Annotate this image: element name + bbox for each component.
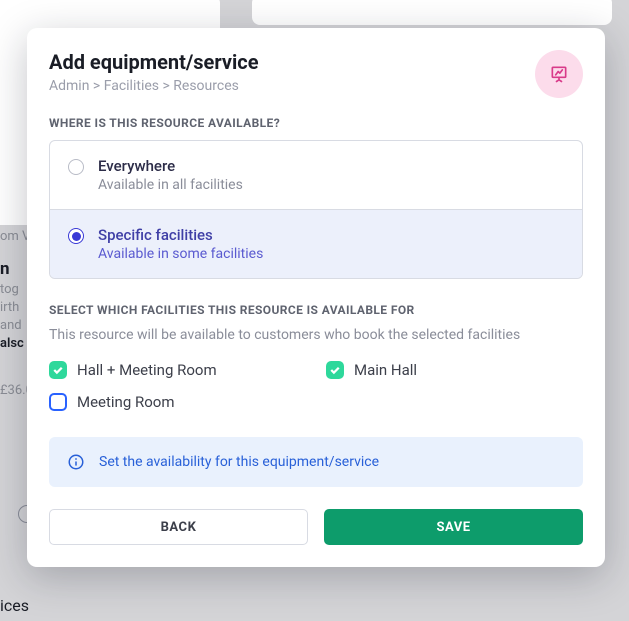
option-specific-facilities[interactable]: Specific facilities Available in some fa… — [50, 209, 582, 278]
option-everywhere[interactable]: Everywhere Available in all facilities — [50, 141, 582, 209]
facility-label: Meeting Room — [77, 393, 175, 411]
select-facilities-hint: This resource will be available to custo… — [49, 327, 583, 343]
modal-footer: BACK SAVE — [49, 509, 583, 545]
info-banner-text: Set the availability for this equipment/… — [99, 454, 379, 470]
option-title: Specific facilities — [98, 226, 263, 244]
facility-label: Hall + Meeting Room — [77, 361, 217, 379]
checkbox-checked-icon — [326, 361, 344, 379]
bg-line: tog — [0, 282, 19, 297]
presentation-icon — [549, 64, 569, 84]
radio-checked-icon — [68, 228, 84, 244]
facilities-grid: Hall + Meeting Room Main Hall Meeting Ro… — [49, 361, 583, 411]
option-subtitle: Available in all facilities — [98, 177, 243, 193]
info-icon — [67, 453, 85, 471]
facility-checkbox-main-hall[interactable]: Main Hall — [326, 361, 583, 379]
availability-radio-group: Everywhere Available in all facilities S… — [49, 140, 583, 279]
modal-header: Add equipment/service Admin > Facilities… — [49, 50, 583, 98]
facility-label: Main Hall — [354, 361, 417, 379]
checkbox-unchecked-icon — [49, 393, 67, 411]
presentation-icon-button[interactable] — [535, 50, 583, 98]
availability-info-banner[interactable]: Set the availability for this equipment/… — [49, 437, 583, 487]
facility-checkbox-hall-meeting-room[interactable]: Hall + Meeting Room — [49, 361, 306, 379]
bg-line: irth — [0, 300, 19, 315]
option-subtitle: Available in some facilities — [98, 246, 263, 262]
option-title: Everywhere — [98, 157, 243, 175]
bg-heading: n — [0, 259, 10, 279]
select-facilities-label: SELECT WHICH FACILITIES THIS RESOURCE IS… — [49, 303, 583, 317]
save-button[interactable]: SAVE — [324, 509, 583, 545]
checkbox-checked-icon — [49, 361, 67, 379]
breadcrumb: Admin > Facilities > Resources — [49, 78, 259, 94]
bg-footer: ices — [0, 596, 29, 615]
radio-unchecked-icon — [68, 159, 84, 175]
bg-line: alsc — [0, 336, 24, 351]
add-equipment-modal: Add equipment/service Admin > Facilities… — [27, 28, 605, 567]
bg-line: and — [0, 318, 22, 333]
back-button[interactable]: BACK — [49, 509, 308, 545]
bg-room-label: om V — [0, 229, 30, 244]
where-available-label: WHERE IS THIS RESOURCE AVAILABLE? — [49, 116, 583, 130]
modal-title: Add equipment/service — [49, 50, 259, 74]
facility-checkbox-meeting-room[interactable]: Meeting Room — [49, 393, 306, 411]
